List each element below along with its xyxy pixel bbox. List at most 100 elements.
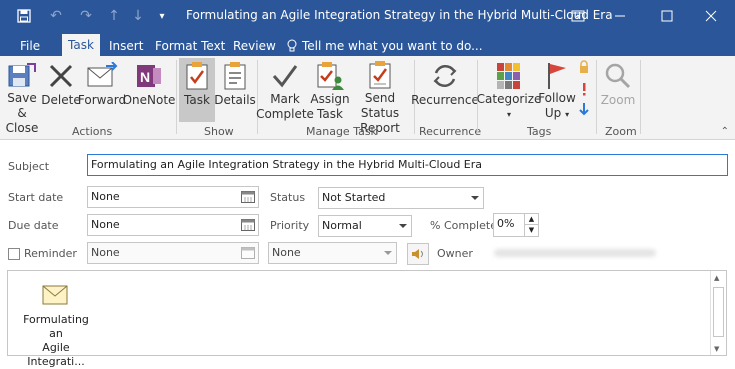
priority-label: Priority: [270, 219, 310, 232]
tell-me-box[interactable]: Tell me what you want to do...: [280, 36, 489, 56]
owner-label: Owner: [437, 247, 473, 260]
due-date-value: None: [91, 218, 120, 231]
categorize-button[interactable]: Categorize ▾: [477, 58, 541, 122]
attachment-caption[interactable]: Formulating an Agile Integrati...: [16, 313, 96, 369]
save-close-icon: [6, 60, 38, 90]
calendar-icon[interactable]: [241, 190, 255, 203]
onenote-icon: N: [133, 60, 165, 92]
reminder-date-input[interactable]: None: [87, 242, 259, 264]
notes-scrollbar[interactable]: ▲ ▼: [710, 271, 726, 355]
down-arrow-icon[interactable]: ↓: [128, 6, 148, 26]
priority-value: Normal: [322, 219, 362, 232]
chevron-down-icon: [471, 196, 479, 200]
start-date-label: Start date: [8, 191, 64, 204]
envelope-attachment-icon[interactable]: [42, 285, 68, 308]
customize-icon[interactable]: ▾: [152, 6, 172, 26]
priority-select[interactable]: Normal: [318, 215, 412, 237]
tell-me-text: Tell me what you want to do...: [302, 39, 483, 53]
due-date-input[interactable]: None: [87, 214, 259, 236]
svg-text:N: N: [140, 69, 150, 85]
show-task-button[interactable]: Task: [179, 58, 215, 122]
status-select[interactable]: Not Started: [318, 187, 484, 209]
delete-x-icon: [45, 60, 77, 92]
details-clipboard-icon: [219, 60, 251, 92]
stepper-up-icon[interactable]: ▲: [524, 214, 538, 225]
ribbon-tabs: File Task Insert Format Text Review Tell…: [0, 32, 735, 56]
group-label-tags: Tags: [527, 125, 552, 138]
low-importance-icon[interactable]: [578, 102, 590, 116]
redo-icon[interactable]: ↷: [76, 6, 96, 26]
categorize-dropdown-icon: ▾: [506, 110, 511, 119]
tab-review[interactable]: Review: [227, 36, 282, 56]
reminder-sound-button[interactable]: [407, 243, 429, 265]
percent-complete-value: 0%: [497, 217, 515, 230]
delete-button[interactable]: Delete: [41, 58, 81, 122]
status-report-icon: [364, 60, 396, 90]
speaker-icon: [412, 249, 423, 259]
calendar-icon[interactable]: [241, 246, 255, 259]
scroll-thumb[interactable]: [713, 287, 724, 337]
collapse-ribbon-icon[interactable]: ⌃: [721, 126, 729, 137]
flag-icon: [541, 60, 573, 90]
minimize-icon[interactable]: [605, 4, 635, 28]
follow-up-button[interactable]: Follow Up ▾: [538, 58, 576, 122]
group-label-manage-task: Manage Task: [306, 125, 377, 138]
subject-input[interactable]: Formulating an Agile Integration Strateg…: [87, 154, 728, 176]
group-label-show: Show: [204, 125, 234, 138]
reminder-time-value: None: [272, 246, 301, 259]
assign-task-button[interactable]: Assign Task: [310, 58, 350, 122]
calendar-icon[interactable]: [241, 218, 255, 231]
task-clipboard-icon: [181, 60, 213, 92]
ribbon-separator: [257, 60, 258, 134]
forward-envelope-icon: [86, 60, 118, 92]
zoom-button[interactable]: Zoom: [598, 58, 638, 122]
send-status-report-button[interactable]: Send Status Report: [349, 58, 411, 135]
tab-insert[interactable]: Insert: [103, 36, 149, 56]
recurrence-icon: [429, 60, 461, 92]
up-arrow-icon[interactable]: ↑: [104, 6, 124, 26]
ribbon: Save & Close Delete Forward N OneNote Ac…: [0, 56, 735, 140]
high-importance-icon[interactable]: [578, 82, 590, 96]
reminder-time-select[interactable]: None: [268, 242, 397, 264]
undo-icon[interactable]: ↶: [46, 6, 66, 26]
due-date-label: Due date: [8, 219, 59, 232]
magnifier-icon: [602, 60, 634, 92]
close-icon[interactable]: [696, 4, 726, 28]
group-label-zoom: Zoom: [605, 125, 637, 138]
save-close-button[interactable]: Save & Close: [2, 58, 42, 135]
task-body-notes[interactable]: Formulating an Agile Integrati... ▲ ▼: [7, 270, 727, 368]
recurrence-button[interactable]: Recurrence: [411, 58, 479, 122]
reminder-label: Reminder: [24, 247, 77, 260]
start-date-input[interactable]: None: [87, 186, 259, 208]
tab-file[interactable]: File: [14, 36, 46, 56]
scroll-down-icon[interactable]: ▼: [714, 345, 719, 353]
reminder-checkbox[interactable]: [8, 248, 20, 260]
maximize-icon[interactable]: [652, 4, 682, 28]
stepper-down-icon[interactable]: ▼: [524, 225, 538, 236]
scroll-up-icon[interactable]: ▲: [714, 274, 719, 282]
start-date-value: None: [91, 190, 120, 203]
tab-format-text[interactable]: Format Text: [149, 36, 231, 56]
percent-complete-stepper[interactable]: 0% ▲ ▼: [493, 213, 539, 237]
subject-label: Subject: [8, 160, 50, 173]
task-form: Subject Formulating an Agile Integration…: [0, 141, 735, 368]
percent-complete-label: % Complete: [430, 219, 497, 232]
mark-complete-button[interactable]: Mark Complete: [256, 58, 314, 122]
lock-icon[interactable]: [578, 60, 590, 74]
tab-task[interactable]: Task: [62, 34, 100, 56]
status-value: Not Started: [322, 191, 386, 204]
categorize-icon: [493, 60, 525, 91]
forward-button[interactable]: Forward: [78, 58, 126, 122]
assign-task-icon: [314, 60, 346, 91]
onenote-button[interactable]: N OneNote: [123, 58, 175, 122]
save-icon[interactable]: [14, 6, 34, 26]
owner-value-redacted: [494, 249, 656, 257]
group-label-actions: Actions: [72, 125, 113, 138]
checkmark-icon: [269, 60, 301, 91]
tag-small-buttons: [578, 60, 590, 120]
title-bar: ↶ ↷ ↑ ↓ ▾ Formulating an Agile Integrati…: [0, 0, 735, 32]
status-label: Status: [270, 191, 306, 204]
show-details-button[interactable]: Details: [214, 58, 256, 122]
restore-icon[interactable]: [563, 4, 593, 28]
ribbon-separator: [596, 60, 597, 134]
